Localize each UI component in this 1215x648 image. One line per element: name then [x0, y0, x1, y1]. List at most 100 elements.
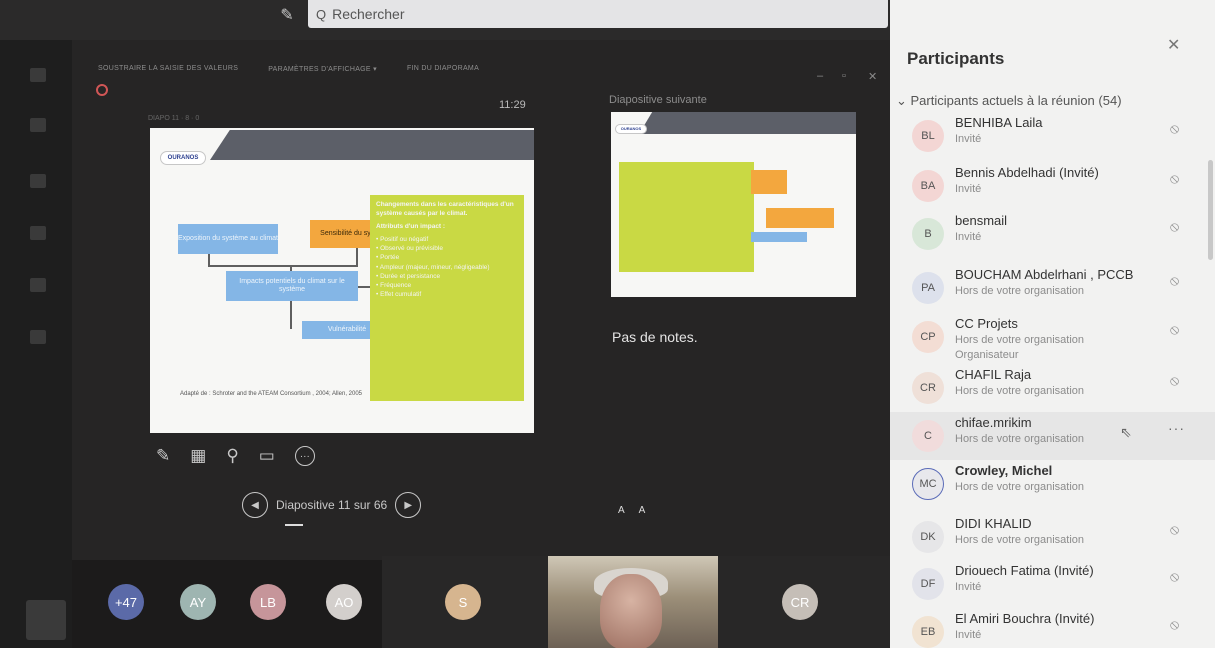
connector [290, 301, 292, 329]
chevron-down-icon: ⌄ [896, 93, 911, 108]
avatar: MC [912, 468, 944, 500]
files-icon[interactable] [30, 330, 46, 344]
participant-name: CHAFIL Raja [955, 367, 1032, 382]
font-increase-button[interactable]: A [618, 505, 625, 516]
avatar[interactable]: AY [180, 584, 216, 620]
search-placeholder: Rechercher [332, 6, 405, 22]
font-decrease-button[interactable]: A [639, 505, 646, 516]
next-slide-green-box [619, 162, 754, 272]
slides-grid-icon[interactable]: ▦ [190, 446, 206, 466]
avatar: BL [912, 120, 944, 152]
participant-row[interactable]: DK DIDI KHALID Hors de votre organisation ⦸ [890, 513, 1215, 561]
participant-row[interactable]: EB El Amiri Bouchra (Invité) Invité ⦸ [890, 608, 1215, 648]
previous-slide-button[interactable]: ◀ [242, 492, 268, 518]
participant-status: Invité [955, 581, 982, 593]
participant-video[interactable] [548, 556, 718, 648]
search-input[interactable]: Q Rechercher [308, 0, 888, 28]
search-icon: Q [316, 6, 327, 22]
participant-status: Hors de votre organisation [955, 481, 1085, 493]
chat-icon[interactable] [30, 118, 46, 132]
avatar: DK [912, 521, 944, 553]
green-heading: Changements dans les caractéristiques d'… [376, 201, 514, 218]
participant-name: Crowley, Michel [955, 463, 1053, 478]
connector [358, 286, 370, 288]
participant-row[interactable]: DF Driouech Fatima (Invité) Invité ⦸ [890, 560, 1215, 608]
participant-name: Bennis Abdelhadi (Invité) [955, 165, 1099, 180]
participant-row[interactable]: BL BENHIBA Laila Invité ⦸ [890, 112, 1215, 160]
presenter-toolbar: SOUSTRAIRE LA SAISIE DES VALEURS PARAMÈT… [98, 65, 479, 81]
presenter-stage: – ▫ ✕ SOUSTRAIRE LA SAISIE DES VALEURS P… [72, 40, 890, 560]
top-bar: ✎ Q Rechercher [0, 0, 890, 40]
toolbar-item-3[interactable]: FIN DU DIAPORAMA [407, 65, 479, 81]
participant-name: El Amiri Bouchra (Invité) [955, 611, 1095, 626]
mic-off-icon: ⦸ [1170, 170, 1180, 186]
next-slide-preview[interactable]: OURANOS [611, 112, 856, 297]
participant-status: Hors de votre organisation [955, 385, 1085, 397]
participant-status: Hors de votre organisation [955, 534, 1085, 546]
more-icon[interactable]: ··· [1168, 420, 1185, 436]
participant-status: Invité [955, 183, 982, 195]
connector [356, 248, 358, 266]
participant-status: Invité [955, 231, 982, 243]
slide-source: Adapté de : Schroter and the ATEAM Conso… [180, 391, 362, 397]
overflow-avatar[interactable]: +47 [108, 584, 144, 620]
participant-name: BOUCHAM Abdelrhani , PCCB [955, 267, 1134, 282]
impact-attributes-box: Changements dans les caractéristiques d'… [370, 195, 524, 401]
restore-icon[interactable]: ▫ [842, 70, 846, 82]
participant-name: CC Projets [955, 316, 1018, 331]
mic-off-icon: ⦸ [1170, 616, 1180, 632]
next-slide-orange-box [751, 170, 787, 194]
slide-counter: Diapositive 11 sur 66 [276, 498, 388, 512]
mic-off-icon: ⦸ [1170, 521, 1180, 537]
calendar-icon[interactable] [30, 226, 46, 240]
avatar[interactable]: AO [326, 584, 362, 620]
box-exposition: Exposition du système au climat [178, 224, 278, 254]
current-slide: OURANOS Exposition du système au climat … [150, 128, 534, 433]
pen-icon[interactable]: ✎ [156, 446, 170, 466]
app-rail [0, 40, 72, 648]
section-label: Participants actuels à la réunion (54) [910, 93, 1122, 108]
more-options-icon[interactable]: ··· [294, 446, 315, 466]
activity-icon[interactable] [30, 68, 46, 82]
avatar[interactable]: LB [250, 584, 286, 620]
avatar: DF [912, 568, 944, 600]
participant-row[interactable]: MC Crowley, Michel Hors de votre organisat… [890, 460, 1215, 508]
participant-status: Hors de votre organisation [955, 285, 1085, 297]
next-slide-button[interactable]: ▶ [395, 492, 422, 518]
screen-icon[interactable]: ▭ [259, 446, 275, 466]
participant-status: Hors de votre organisation [955, 334, 1085, 346]
avatar[interactable]: CR [782, 584, 818, 620]
participants-panel: Participants ✕ ⌄ Participants actuels à … [890, 0, 1215, 648]
next-slide-orange-box [766, 208, 834, 228]
participant-row[interactable]: Bbensmail Invité ⦸ [890, 210, 1215, 258]
toolbar-item-1[interactable]: SOUSTRAIRE LA SAISIE DES VALEURS [98, 65, 238, 81]
mic-off-icon: ⦸ [1170, 321, 1180, 337]
next-slide-blue-box [751, 232, 807, 242]
section-header[interactable]: ⌄ Participants actuels à la réunion (54) [896, 93, 1122, 109]
teams-icon[interactable] [30, 174, 46, 188]
panel-title: Participants [907, 49, 1005, 68]
participant-status: Hors de votre organisation [955, 433, 1085, 445]
zoom-icon[interactable]: ⚲ [226, 446, 238, 466]
compose-icon[interactable]: ✎ [276, 5, 298, 27]
participant-row[interactable]: Cchifae.mrikim Hors de votre organisation… [890, 412, 1215, 460]
participant-name: Driouech Fatima (Invité) [955, 563, 1094, 578]
participant-row[interactable]: CR CHAFIL Raja Hors de votre organisation ⦸ [890, 364, 1215, 412]
mic-off-icon: ⦸ [1170, 272, 1180, 288]
participant-row[interactable]: BA Bennis Abdelhadi (Invité) Invité ⦸ [890, 162, 1215, 210]
toolbar-item-2[interactable]: PARAMÈTRES D'AFFICHAGE ▾ [268, 65, 377, 81]
next-slide-band [639, 112, 856, 134]
help-icon[interactable] [26, 600, 66, 640]
minimize-icon[interactable]: – [817, 70, 823, 82]
attribute-item: Durée et persistance [376, 272, 518, 281]
box-impacts: Impacts potentiels du climat sur le syst… [226, 271, 358, 301]
close-window-icon[interactable]: ✕ [868, 70, 877, 83]
participant-row[interactable]: PA BOUCHAM Abdelrhani , PCCB Hors de votre… [890, 264, 1215, 312]
speaker-notes: Pas de notes. [612, 329, 698, 345]
participant-row[interactable]: CP CC Projets Hors de votre organisation Or… [890, 313, 1215, 361]
avatar[interactable]: S [445, 584, 481, 620]
calls-icon[interactable] [30, 278, 46, 292]
close-icon[interactable]: ✕ [1167, 35, 1180, 55]
attributes-heading: Attributs d'un impact : [376, 223, 446, 231]
slide-indicator: DIAPO 11 · 8 · 0 [148, 115, 200, 122]
